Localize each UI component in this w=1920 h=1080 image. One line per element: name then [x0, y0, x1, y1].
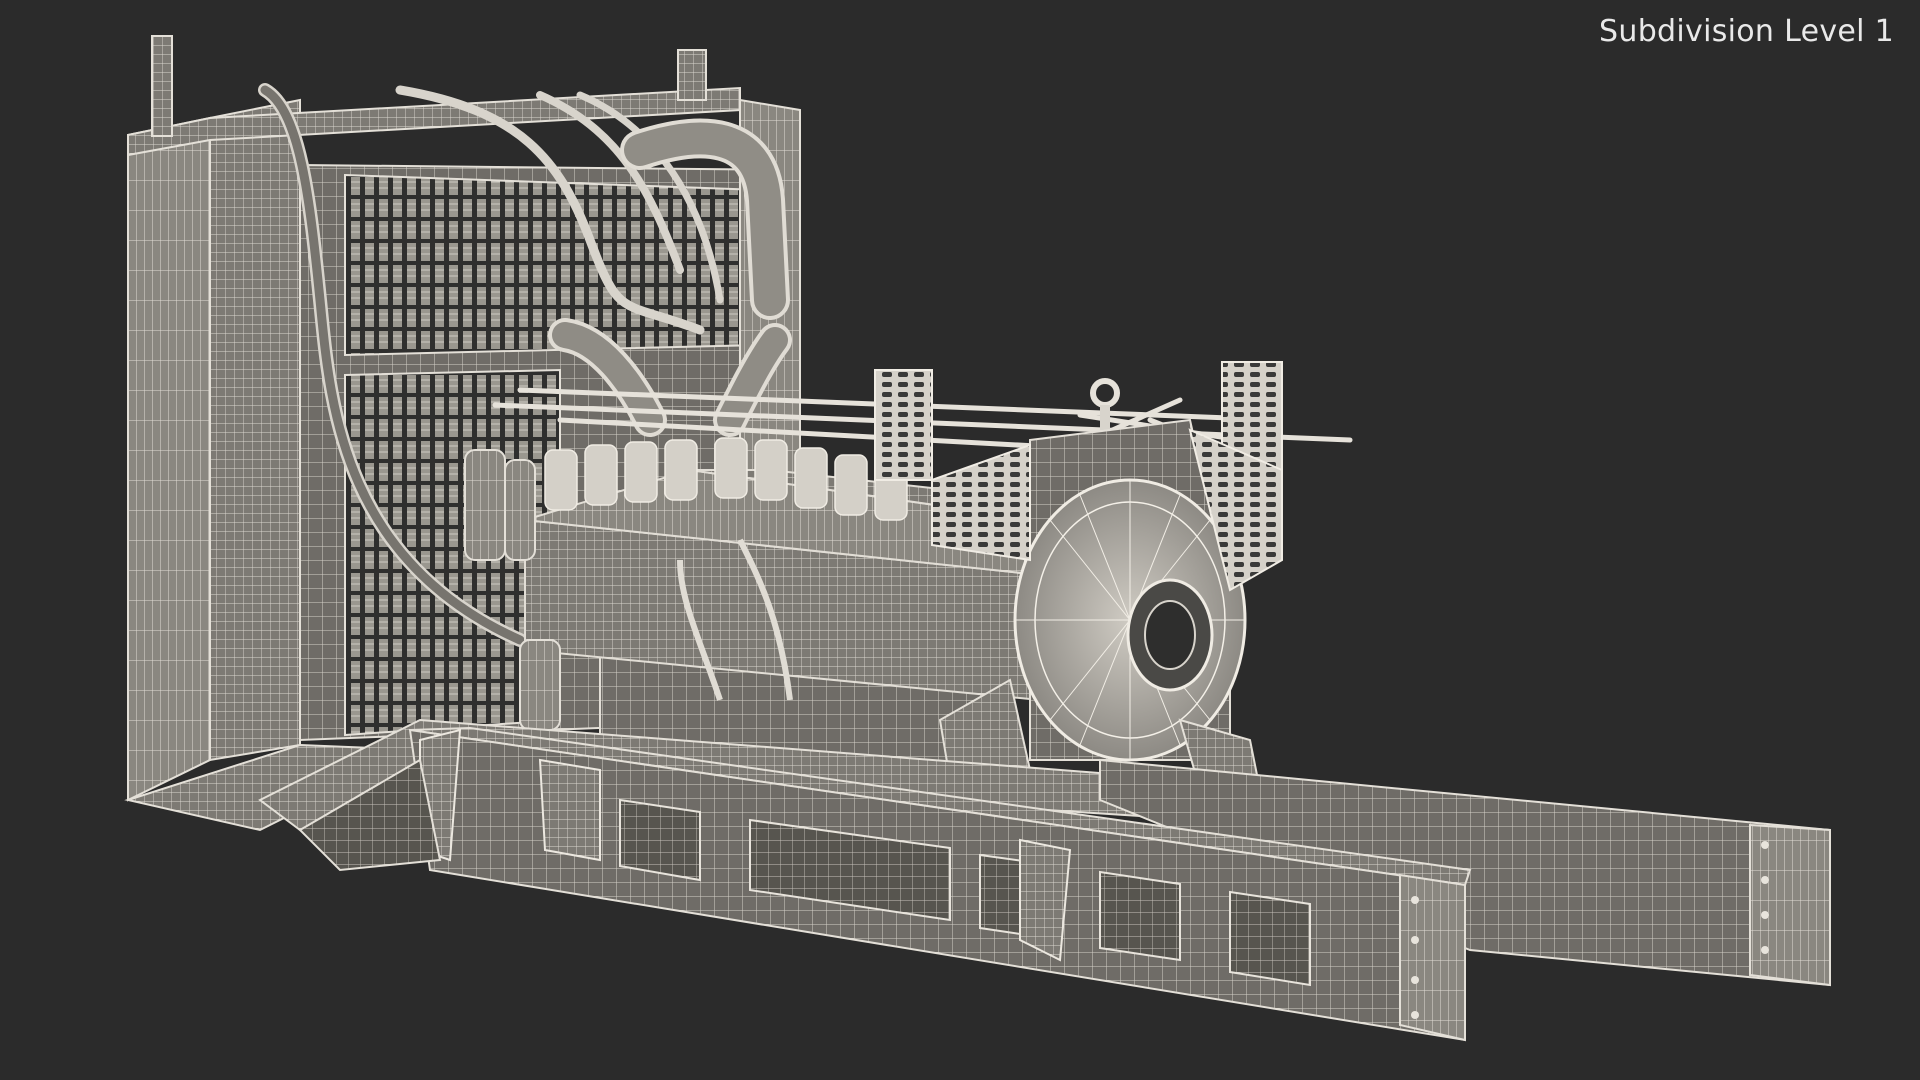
render-viewport[interactable]: Subdivision Level 1 [0, 0, 1920, 1080]
wireframe-render [124, 35, 1831, 1042]
base-frame-skid [258, 718, 1831, 1042]
subdivision-level-label: Subdivision Level 1 [1599, 14, 1894, 49]
